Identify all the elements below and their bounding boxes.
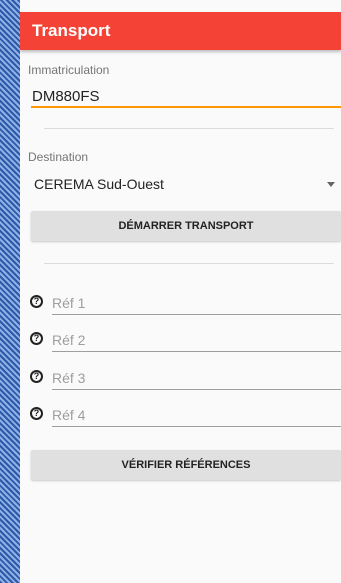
reference-row-1: ? <box>20 290 341 320</box>
immatriculation-underline <box>31 106 341 108</box>
app-bar: Transport <box>20 12 341 50</box>
destination-select[interactable]: CEREMA Sud-Ouest <box>28 172 341 196</box>
help-icon[interactable]: ? <box>30 295 43 308</box>
reference-row-3: ? <box>20 365 341 395</box>
reference-1-input[interactable] <box>52 292 341 315</box>
immatriculation-field[interactable]: DM880FS <box>32 88 100 105</box>
reference-2-input[interactable] <box>52 329 341 352</box>
start-transport-button[interactable]: DÉMARRER TRANSPORT <box>31 211 341 241</box>
divider <box>44 263 334 264</box>
help-icon[interactable]: ? <box>30 407 43 420</box>
destination-label: Destination <box>28 150 89 164</box>
dropdown-arrow-icon <box>327 182 335 187</box>
help-icon[interactable]: ? <box>30 370 43 383</box>
page-title: Transport <box>32 21 111 40</box>
immatriculation-label: Immatriculation <box>28 63 110 77</box>
reference-4-input[interactable] <box>52 404 341 427</box>
divider <box>44 128 334 129</box>
help-icon[interactable]: ? <box>30 332 43 345</box>
transport-screen: Transport Immatriculation DM880FS Destin… <box>20 0 341 583</box>
verify-references-button[interactable]: VÉRIFIER RÉFÉRENCES <box>31 450 341 480</box>
reference-row-4: ? <box>20 402 341 432</box>
reference-3-input[interactable] <box>52 367 341 390</box>
reference-row-2: ? <box>20 327 341 357</box>
destination-selected-value: CEREMA Sud-Ouest <box>34 176 164 192</box>
